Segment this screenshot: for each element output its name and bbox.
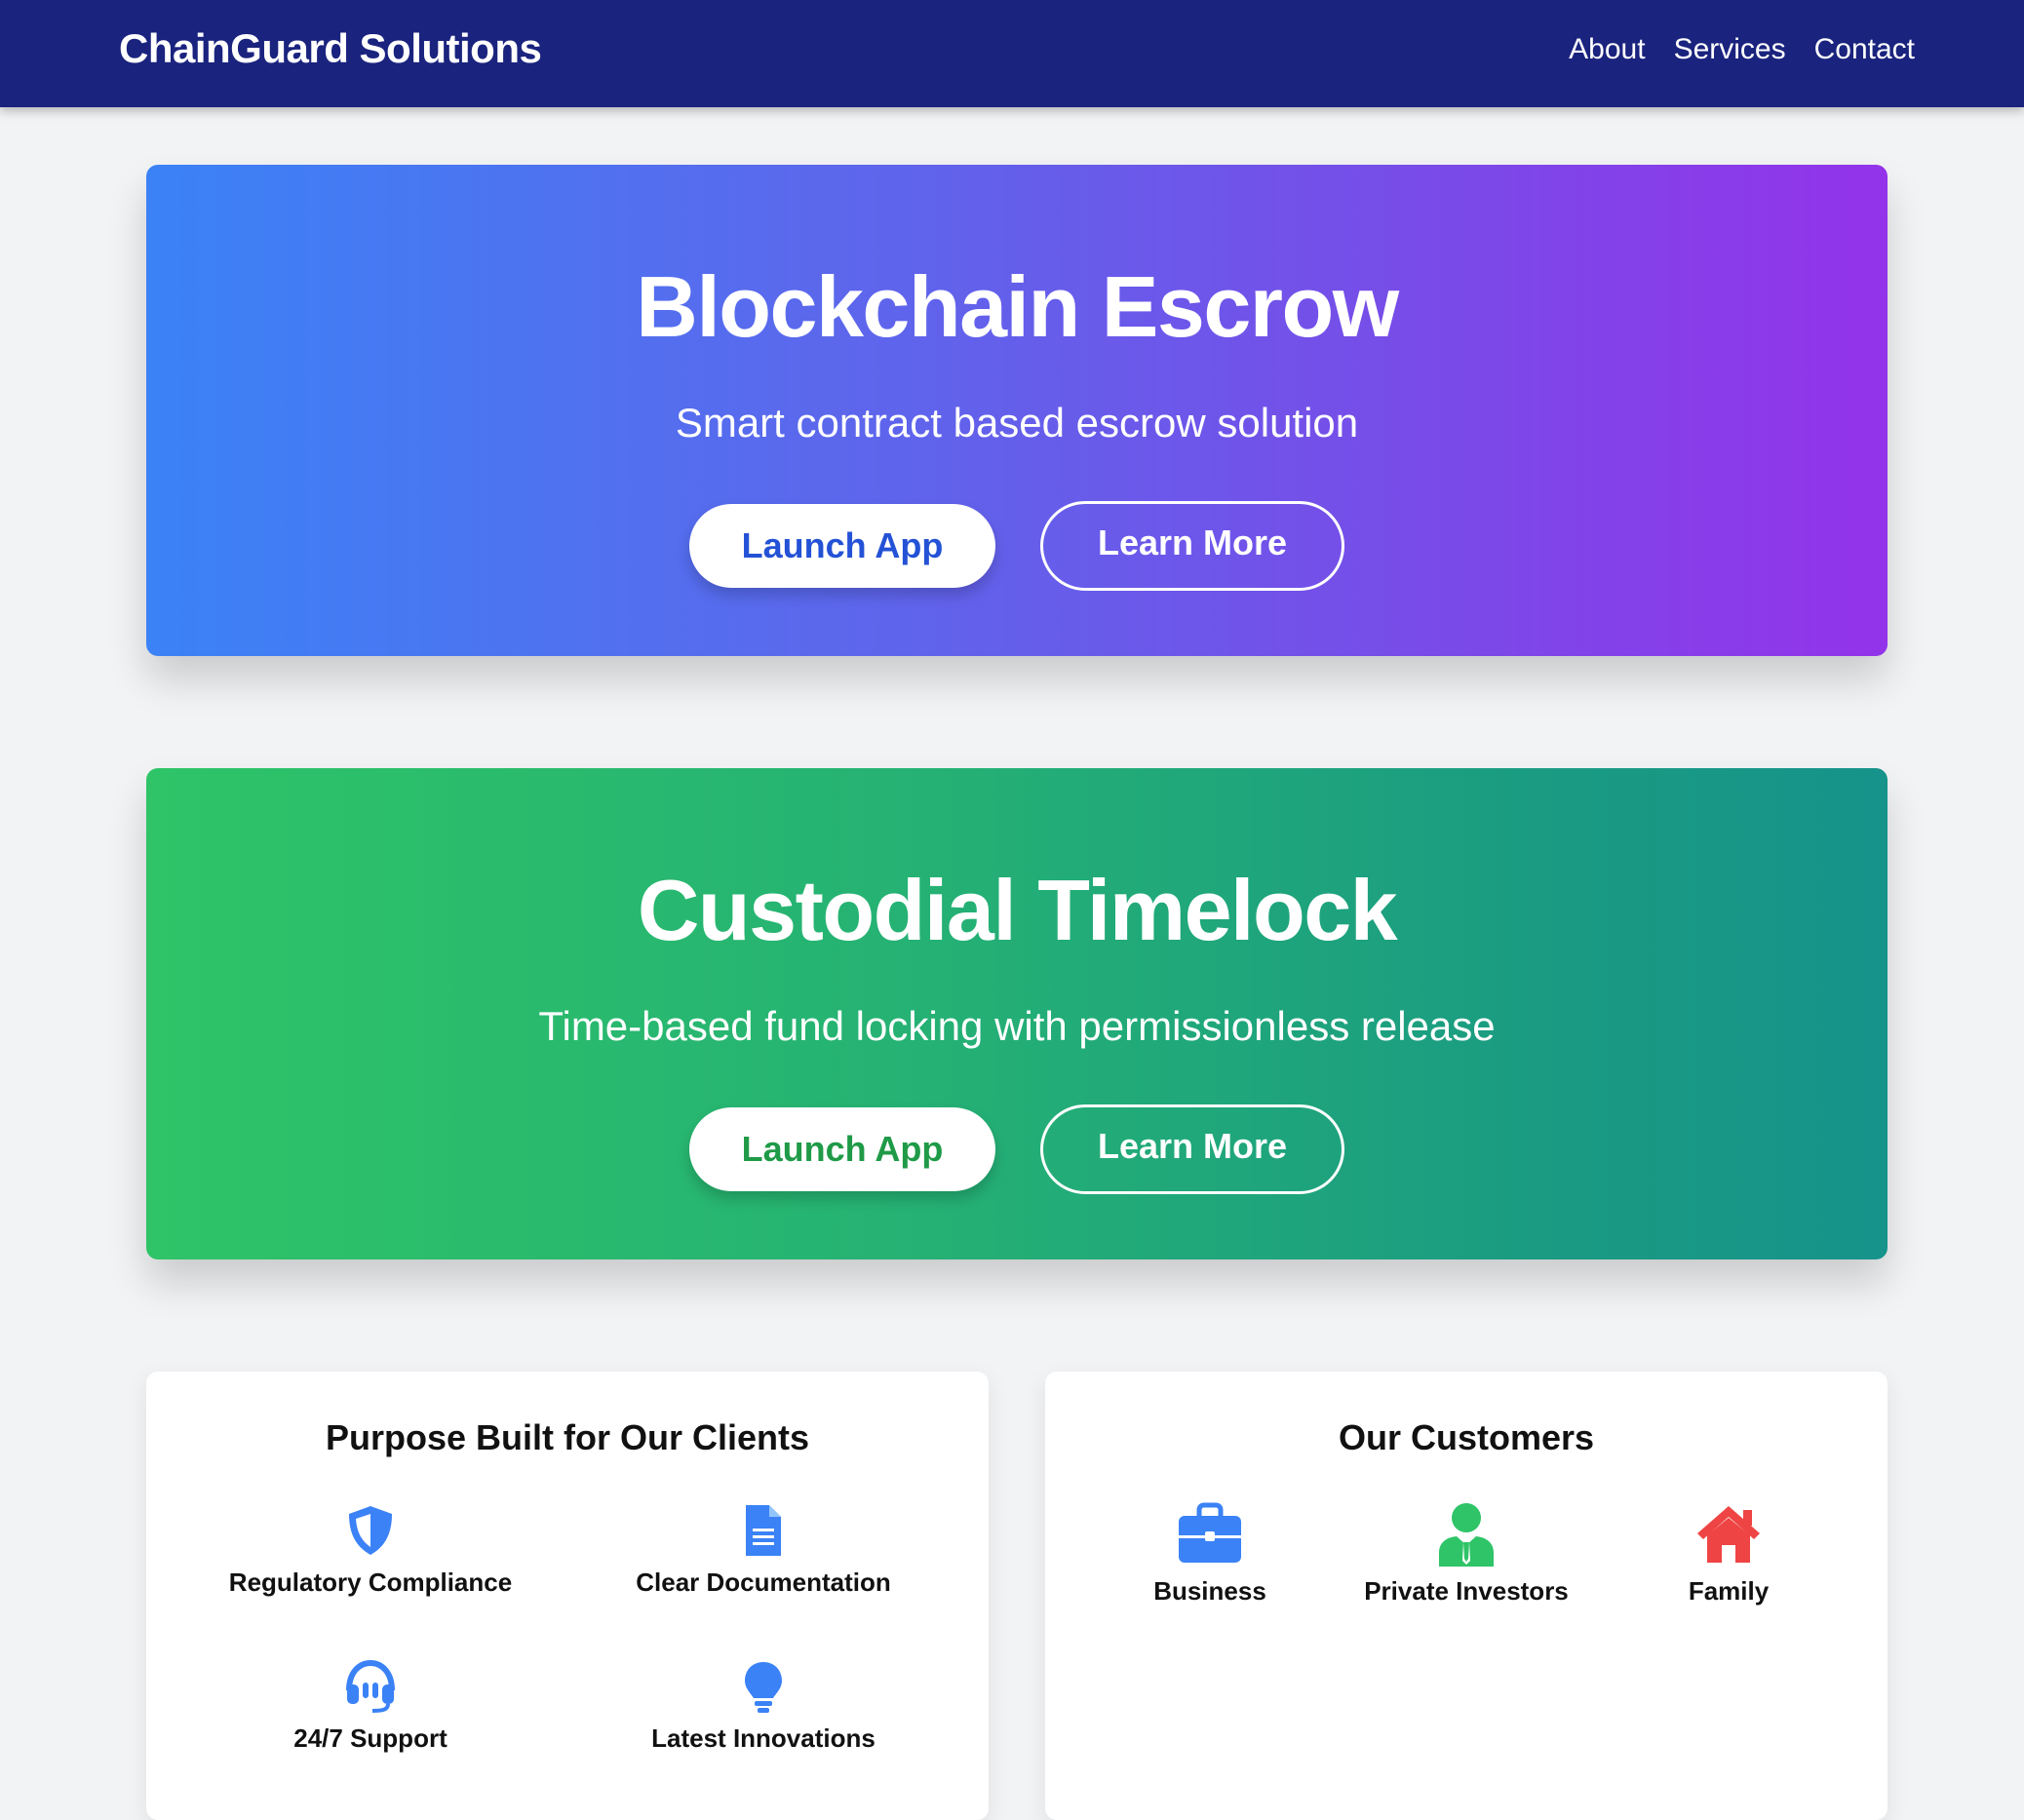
lightbulb-icon — [745, 1662, 782, 1713]
feature-latest-innovations: Latest Innovations — [568, 1659, 958, 1754]
feature-label: 24/7 Support — [293, 1723, 448, 1753]
headset-icon — [346, 1659, 395, 1713]
hero-title: Custodial Timelock — [637, 862, 1398, 958]
feature-label: Regulatory Compliance — [228, 1568, 513, 1597]
feature-clear-documentation: Clear Documentation — [568, 1503, 958, 1598]
clients-card: Purpose Built for Our Clients Regulatory… — [146, 1372, 989, 1820]
briefcase-icon — [1179, 1502, 1241, 1563]
launch-app-button[interactable]: Launch App — [689, 504, 995, 588]
clients-card-title: Purpose Built for Our Clients — [325, 1417, 810, 1457]
hero-subtitle: Smart contract based escrow solution — [675, 400, 1359, 445]
shield-icon — [349, 1506, 392, 1555]
hero-subtitle: Time-based fund locking with permissionl… — [538, 1003, 1496, 1049]
document-icon — [746, 1505, 781, 1556]
customer-family: Family — [1597, 1502, 1860, 1607]
top-navbar: ChainGuard Solutions About Services Cont… — [0, 0, 2024, 107]
nav-link-services[interactable]: Services — [1674, 33, 1786, 66]
nav-links: About Services Contact — [1540, 33, 1915, 66]
customer-private-investors: Private Investors — [1335, 1502, 1598, 1607]
customer-label: Business — [1153, 1576, 1266, 1606]
hero-card-blockchain-escrow: Blockchain Escrow Smart contract based e… — [146, 165, 1888, 656]
customer-label: Private Investors — [1364, 1576, 1569, 1606]
feature-24-7-support: 24/7 Support — [175, 1659, 565, 1754]
nav-link-about[interactable]: About — [1569, 33, 1645, 66]
nav-link-contact[interactable]: Contact — [1814, 33, 1915, 66]
learn-more-button[interactable]: Learn More — [1040, 501, 1344, 591]
learn-more-button[interactable]: Learn More — [1040, 1104, 1344, 1194]
feature-label: Latest Innovations — [651, 1723, 876, 1753]
feature-label: Clear Documentation — [636, 1568, 891, 1597]
launch-app-button[interactable]: Launch App — [689, 1107, 995, 1191]
hero-title: Blockchain Escrow — [636, 258, 1399, 355]
investor-icon — [1439, 1503, 1494, 1567]
brand-logo-text[interactable]: ChainGuard Solutions — [119, 25, 542, 72]
customers-card-title: Our Customers — [1338, 1417, 1595, 1457]
hero-card-custodial-timelock: Custodial Timelock Time-based fund locki… — [146, 768, 1888, 1259]
customer-label: Family — [1688, 1576, 1770, 1606]
customer-business: Business — [1078, 1502, 1342, 1607]
house-icon — [1697, 1506, 1760, 1563]
feature-regulatory-compliance: Regulatory Compliance — [175, 1503, 565, 1598]
customers-card: Our Customers Business Private Investors… — [1045, 1372, 1888, 1820]
